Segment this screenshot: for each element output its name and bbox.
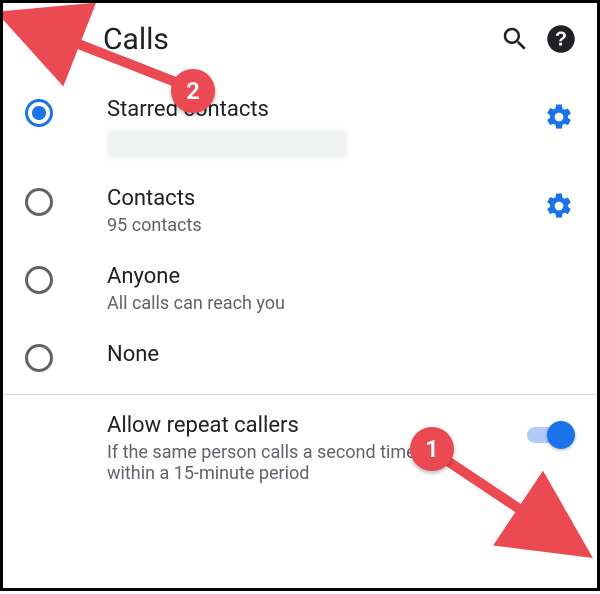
toggle-knob — [547, 421, 575, 449]
settings-contacts[interactable] — [543, 190, 575, 222]
option-body: Contacts 95 contacts — [53, 186, 543, 236]
option-body: Anyone All calls can reach you — [53, 264, 575, 314]
annotation-badge-1: 1 — [410, 427, 454, 471]
page-title: Calls — [57, 22, 497, 57]
allow-repeat-callers-toggle[interactable] — [527, 421, 575, 449]
option-starred-contacts[interactable]: Starred contacts — [3, 83, 597, 172]
repeat-title: Allow repeat callers — [107, 413, 527, 438]
gear-icon — [544, 102, 574, 132]
annotation-badge-label: 1 — [425, 435, 439, 463]
back-button[interactable] — [21, 21, 57, 57]
annotation-badge-label: 2 — [186, 77, 200, 105]
help-icon: ? — [546, 24, 576, 54]
search-icon — [500, 24, 530, 54]
radio-contacts[interactable] — [25, 188, 53, 216]
radio-anyone[interactable] — [25, 266, 53, 294]
arrow-back-icon — [24, 24, 54, 54]
svg-text:?: ? — [555, 28, 567, 50]
app-header: Calls ? — [3, 3, 597, 65]
call-allow-list: Starred contacts Contacts 95 contacts An… — [3, 65, 597, 386]
settings-starred-contacts[interactable] — [543, 101, 575, 133]
radio-starred-contacts[interactable] — [25, 99, 53, 127]
annotation-badge-2: 2 — [171, 69, 215, 113]
option-anyone[interactable]: Anyone All calls can reach you — [3, 250, 597, 328]
repeat-subtitle: If the same person calls a second time w… — [107, 442, 447, 484]
option-body: Starred contacts — [53, 97, 543, 158]
option-subtitle-redacted — [107, 130, 347, 158]
option-title: Anyone — [107, 264, 575, 289]
help-button[interactable]: ? — [543, 21, 579, 57]
option-none[interactable]: None — [3, 328, 597, 386]
gear-icon — [544, 191, 574, 221]
allow-repeat-callers-row: Allow repeat callers If the same person … — [3, 395, 597, 498]
option-subtitle: 95 contacts — [107, 215, 543, 236]
radio-none[interactable] — [25, 344, 53, 372]
option-subtitle: All calls can reach you — [107, 293, 575, 314]
option-contacts[interactable]: Contacts 95 contacts — [3, 172, 597, 250]
search-button[interactable] — [497, 21, 533, 57]
option-title: None — [107, 342, 575, 367]
option-title: Contacts — [107, 186, 543, 211]
option-body: None — [53, 342, 575, 367]
